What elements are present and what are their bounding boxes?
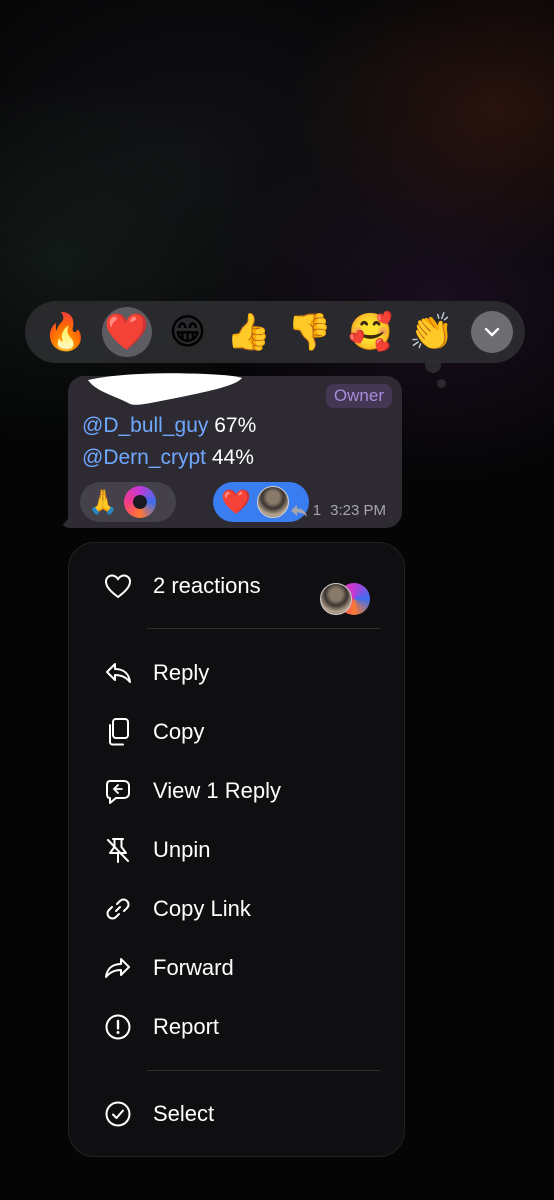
percentage-text: 44% xyxy=(211,446,254,469)
fire-emoji: 🔥 xyxy=(43,311,88,352)
reaction-thumbs-down[interactable]: 👎 xyxy=(279,306,340,358)
unpin-label: Unpin xyxy=(153,837,211,862)
reaction-grin[interactable]: 😁 xyxy=(157,306,218,358)
menu-divider xyxy=(147,628,380,629)
forward-menu-item[interactable]: Forward xyxy=(69,939,404,997)
owner-badge: Owner xyxy=(325,384,392,408)
reaction-bar: 🔥 ❤️ 😁 👍 👎 🥰 👏 xyxy=(25,301,525,388)
avatar xyxy=(320,583,352,615)
link-icon xyxy=(104,895,132,923)
reply-icon xyxy=(104,659,132,687)
copy-link-label: Copy Link xyxy=(153,896,251,921)
pray-emoji: 🙏 xyxy=(88,488,118,516)
menu-divider xyxy=(147,1070,380,1071)
mention-link[interactable]: @Dern_crypt xyxy=(82,446,206,469)
grin-emoji: 😁 xyxy=(168,311,207,352)
reply-count-icon xyxy=(290,504,307,517)
report-menu-item[interactable]: Report xyxy=(69,998,404,1056)
redacted-sender-name xyxy=(88,373,242,405)
percentage-text: 67% xyxy=(214,414,257,437)
reaction-chip-pray[interactable]: 🙏 xyxy=(80,482,176,522)
unpin-icon xyxy=(104,836,132,864)
message-time: 3:23 PM xyxy=(330,502,386,519)
screen: 🔥 ❤️ 😁 👍 👎 🥰 👏 Owner @D_bull_guy 67% @De… xyxy=(0,0,554,1200)
heart-emoji: ❤️ xyxy=(221,488,251,516)
unpin-menu-item[interactable]: Unpin xyxy=(69,821,404,879)
copy-label: Copy xyxy=(153,719,205,744)
reactions-count-label: 2 reactions xyxy=(153,573,261,598)
avatar xyxy=(124,486,156,518)
message-line-1: @D_bull_guy 67% xyxy=(82,414,256,438)
reactions-row[interactable]: 2 reactions xyxy=(69,557,404,615)
report-label: Report xyxy=(153,1014,220,1039)
reaction-thumbs-up[interactable]: 👍 xyxy=(218,306,279,358)
mention-link[interactable]: @D_bull_guy xyxy=(82,414,208,437)
expand-reactions-button[interactable] xyxy=(471,311,513,353)
reply-count: 1 xyxy=(312,502,322,519)
chevron-down-icon xyxy=(484,327,500,337)
select-check-icon xyxy=(104,1100,132,1128)
select-menu-item[interactable]: Select xyxy=(69,1085,404,1143)
context-menu: 2 reactions Reply Copy View 1 Reply Unpi… xyxy=(68,542,405,1157)
report-icon xyxy=(104,1013,132,1041)
message-line-2: @Dern_crypt 44% xyxy=(82,446,254,470)
bar-connector-dot xyxy=(425,357,441,373)
reply-menu-item[interactable]: Reply xyxy=(69,644,404,702)
reaction-fire[interactable]: 🔥 xyxy=(35,306,96,358)
thumbs-up-emoji: 👍 xyxy=(226,311,271,352)
view-replies-label: View 1 Reply xyxy=(153,778,281,803)
clap-emoji: 👏 xyxy=(409,311,454,352)
copy-icon xyxy=(104,718,132,746)
thumbs-down-emoji: 👎 xyxy=(287,311,332,352)
view-replies-icon xyxy=(104,777,132,805)
forward-icon xyxy=(104,954,132,982)
message-meta: 1 3:23 PM xyxy=(290,502,386,519)
reaction-heart[interactable]: ❤️ xyxy=(96,306,157,358)
reaction-smiling-hearts[interactable]: 🥰 xyxy=(340,306,401,358)
copy-link-menu-item[interactable]: Copy Link xyxy=(69,880,404,938)
select-label: Select xyxy=(153,1101,215,1126)
message-bubble[interactable]: Owner @D_bull_guy 67% @Dern_crypt 44% 🙏 … xyxy=(68,373,402,528)
reactor-avatars xyxy=(320,582,372,616)
forward-label: Forward xyxy=(153,955,234,980)
heart-outline-icon xyxy=(104,572,132,600)
view-replies-menu-item[interactable]: View 1 Reply xyxy=(69,762,404,820)
copy-menu-item[interactable]: Copy xyxy=(69,703,404,761)
reaction-clap[interactable]: 👏 xyxy=(401,306,462,358)
reply-label: Reply xyxy=(153,660,210,685)
heart-emoji: ❤️ xyxy=(104,311,149,352)
bar-connector-dot-small xyxy=(437,379,446,388)
smiling-hearts-emoji: 🥰 xyxy=(348,311,393,352)
avatar xyxy=(257,486,289,518)
